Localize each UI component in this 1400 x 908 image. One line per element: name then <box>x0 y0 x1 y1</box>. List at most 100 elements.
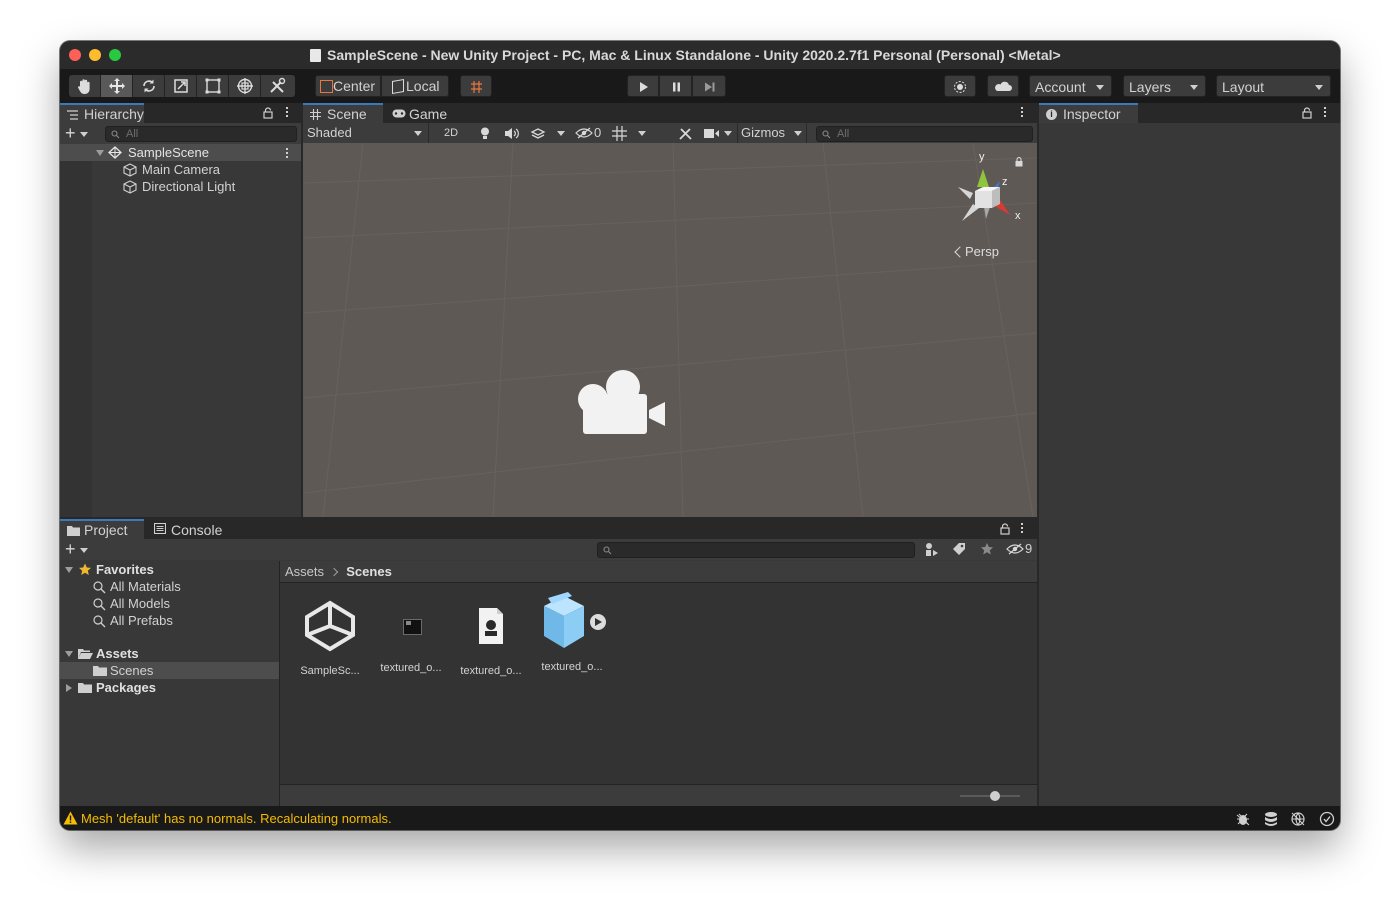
network-off-icon[interactable] <box>1290 811 1306 827</box>
chevron-down-icon[interactable] <box>638 131 646 136</box>
slider-handle[interactable] <box>990 791 1000 801</box>
tree-item-scenes[interactable]: Scenes <box>60 662 279 679</box>
rotate-tool-button[interactable] <box>133 75 165 97</box>
minimize-window-button[interactable] <box>89 49 101 61</box>
more-options-icon[interactable] <box>1021 107 1024 119</box>
scene-name-label: SampleScene <box>128 145 209 160</box>
asset-item-texture[interactable]: textured_o... <box>371 598 451 674</box>
more-options-icon[interactable] <box>1021 523 1024 535</box>
move-tool-button[interactable] <box>101 75 133 97</box>
draw-mode-dropdown[interactable]: Shaded <box>303 123 429 144</box>
custom-tool-button[interactable] <box>261 75 295 97</box>
play-button[interactable] <box>627 75 659 97</box>
chevron-down-icon[interactable] <box>724 131 732 136</box>
camera-settings-icon[interactable] <box>704 128 720 139</box>
rotate-tool-icon <box>143 79 155 93</box>
database-icon[interactable] <box>1263 811 1279 827</box>
grid-toggle-icon[interactable] <box>612 126 628 141</box>
tree-item-all-models[interactable]: All Models <box>60 595 279 612</box>
pause-button[interactable] <box>659 75 692 97</box>
hidden-packages-toggle[interactable]: 9 <box>1006 541 1036 558</box>
scene-options-icon[interactable] <box>286 148 289 160</box>
hierarchy-item-main-camera[interactable]: Main Camera <box>60 161 301 178</box>
check-circle-icon[interactable] <box>1319 811 1335 827</box>
pivot-mode-button[interactable]: Center <box>315 75 381 97</box>
lock-icon[interactable] <box>1000 523 1010 535</box>
tab-game[interactable]: Game <box>385 103 455 123</box>
hierarchy-item-directional-light[interactable]: Directional Light <box>60 178 301 195</box>
icon-size-slider[interactable] <box>960 791 1020 801</box>
layers-dropdown[interactable]: Layers <box>1123 75 1206 97</box>
tree-item-favorites[interactable]: Favorites <box>60 561 279 578</box>
lock-icon[interactable] <box>1302 107 1312 119</box>
bug-icon[interactable] <box>1235 811 1251 827</box>
lighting-toggle-icon[interactable] <box>478 126 492 141</box>
toggle-2d-button[interactable]: 2D <box>437 125 465 142</box>
breadcrumb-scenes[interactable]: Scenes <box>346 564 392 579</box>
step-icon <box>705 82 715 92</box>
cloud-button[interactable] <box>987 75 1019 97</box>
status-message[interactable]: Mesh 'default' has no normals. Recalcula… <box>81 811 392 826</box>
model-prefab-icon <box>544 592 606 648</box>
pivot-rotation-button[interactable]: Local <box>381 75 449 97</box>
folder-open-icon <box>78 649 93 659</box>
local-cube-icon <box>392 78 404 95</box>
projection-toggle[interactable]: Persp <box>954 244 999 259</box>
tab-inspector[interactable]: i Inspector <box>1039 103 1138 123</box>
effects-toggle-icon[interactable] <box>530 126 546 141</box>
close-window-button[interactable] <box>69 49 81 61</box>
filter-by-type-icon[interactable] <box>924 542 939 557</box>
collab-button[interactable] <box>944 75 976 97</box>
chevron-down-icon[interactable] <box>557 131 565 136</box>
camera-gizmo-icon[interactable] <box>573 366 669 436</box>
main-toolbar: Center Local Account Layers Layout <box>60 69 1340 103</box>
tab-hierarchy[interactable]: Hierarchy <box>60 103 144 123</box>
play-icon <box>640 82 648 92</box>
tree-item-packages[interactable]: Packages <box>60 679 279 696</box>
tab-project[interactable]: Project <box>60 519 144 539</box>
more-options-icon[interactable] <box>286 107 289 119</box>
create-asset-button[interactable]: + <box>65 540 88 558</box>
tree-item-assets[interactable]: Assets <box>60 645 279 662</box>
scene-tools-icon[interactable] <box>678 126 693 141</box>
favorite-star-icon[interactable] <box>980 542 994 556</box>
layout-dropdown[interactable]: Layout <box>1216 75 1331 97</box>
rect-tool-button[interactable] <box>197 75 229 97</box>
step-button[interactable] <box>692 75 726 97</box>
all-models-label: All Models <box>110 596 170 611</box>
draw-mode-label: Shaded <box>307 125 352 140</box>
main-camera-label: Main Camera <box>142 162 221 177</box>
scene-visibility-toggle[interactable]: 0 <box>575 125 605 142</box>
grid-snapping-button[interactable] <box>460 75 492 97</box>
asset-item-model[interactable]: textured_o... <box>532 592 612 673</box>
tree-item-all-materials[interactable]: All Materials <box>60 578 279 595</box>
breadcrumb-assets[interactable]: Assets <box>285 564 324 579</box>
transform-tool-button[interactable] <box>229 75 261 97</box>
filter-by-label-icon[interactable] <box>952 542 966 556</box>
tab-console[interactable]: Console <box>147 519 231 539</box>
scene-grid-icon <box>310 109 321 120</box>
material-file-icon <box>479 608 503 644</box>
tab-game-label: Game <box>409 106 448 122</box>
lock-icon[interactable] <box>263 107 273 119</box>
asset-item-material[interactable]: textured_o... <box>451 598 531 677</box>
scene-viewport[interactable]: y z x Persp <box>303 143 1037 517</box>
hierarchy-search-input[interactable]: All <box>105 126 297 142</box>
audio-toggle-icon[interactable] <box>504 127 520 140</box>
hierarchy-item-scene[interactable]: SampleScene <box>60 144 301 161</box>
console-icon <box>154 523 166 534</box>
orientation-gizmo[interactable]: y z x Persp <box>948 149 1028 269</box>
gizmos-dropdown[interactable]: Gizmos <box>737 123 807 144</box>
scene-search-input[interactable]: All <box>816 126 1033 142</box>
asset-item-samplescene[interactable]: SampleSc... <box>290 598 370 677</box>
hand-tool-button[interactable] <box>69 75 101 97</box>
more-options-icon[interactable] <box>1324 107 1327 119</box>
project-search-input[interactable] <box>597 542 915 558</box>
tab-scene[interactable]: Scene <box>303 103 383 123</box>
create-button[interactable]: + <box>65 124 88 142</box>
tree-item-all-prefabs[interactable]: All Prefabs <box>60 612 279 629</box>
scale-tool-button[interactable] <box>165 75 197 97</box>
zoom-window-button[interactable] <box>109 49 121 61</box>
lock-icon[interactable] <box>1015 157 1023 167</box>
account-dropdown[interactable]: Account <box>1029 75 1112 97</box>
